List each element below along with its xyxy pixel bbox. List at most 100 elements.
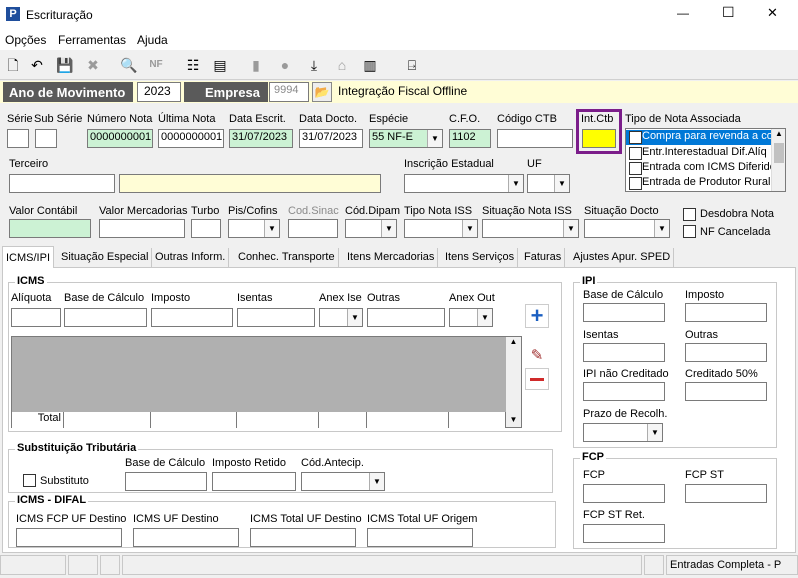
chevron-down-icon[interactable]: ▼ (647, 424, 662, 441)
tab-ajustes-apur-sped[interactable]: Ajustes Apur. SPED (570, 248, 675, 268)
anex-out-select[interactable]: ▼ (449, 308, 493, 327)
especie-select[interactable]: 55 NF-E ▼ (369, 129, 443, 148)
st-base-calculo-field[interactable] (125, 472, 207, 491)
tab-icms-ipi[interactable]: ICMS/IPI (2, 246, 55, 268)
columns-icon[interactable]: ▥ (360, 56, 380, 74)
download-icon[interactable]: ⤓ (304, 56, 324, 74)
chevron-down-icon[interactable]: ▼ (381, 220, 396, 237)
tab-itens-servicos[interactable]: Itens Serviços (442, 248, 519, 268)
data-docto-field[interactable]: 31/07/2023 (299, 129, 363, 148)
ipi-base-calculo-field[interactable] (583, 303, 665, 322)
list-item-checkbox[interactable] (629, 147, 642, 160)
icms-base-calculo-field[interactable] (64, 308, 147, 327)
situacao-nota-iss-select[interactable]: ▼ (482, 219, 579, 238)
nfe-icon[interactable]: NF (146, 56, 166, 74)
chevron-down-icon[interactable]: ▼ (462, 220, 477, 237)
total-uf-destino-field[interactable] (250, 528, 356, 547)
save-icon[interactable]: 💾 (55, 56, 75, 74)
new-document-icon[interactable]: 🗋 (3, 56, 23, 74)
list-item[interactable]: Entrada de Produtor Rural (626, 176, 772, 191)
ultima-nota-field[interactable]: 0000000001 (158, 129, 224, 148)
house-icon[interactable]: ⌂ (332, 56, 352, 74)
cod-sinac-field[interactable] (288, 219, 338, 238)
turbo-field[interactable] (191, 219, 221, 238)
list-item-checkbox[interactable] (629, 162, 642, 175)
numero-nota-field[interactable]: 0000000001 (87, 129, 153, 148)
icms-imposto-field[interactable] (151, 308, 233, 327)
chevron-down-icon[interactable]: ▼ (369, 473, 384, 490)
fcp-uf-destino-field[interactable] (16, 528, 122, 547)
tab-outras-inform[interactable]: Outras Inform. (152, 248, 230, 268)
creditado-50-field[interactable] (685, 382, 767, 401)
list-scrollbar[interactable]: ▲ (771, 129, 785, 191)
ipi-outras-field[interactable] (685, 343, 767, 362)
chevron-down-icon[interactable]: ▼ (654, 220, 669, 237)
nf-cancelada-checkbox[interactable] (683, 225, 696, 238)
aliquota-field[interactable] (11, 308, 61, 327)
list-item-checkbox[interactable] (629, 177, 642, 190)
int-ctb-field[interactable] (582, 129, 616, 148)
ipi-isentas-field[interactable] (583, 343, 665, 362)
list-item-checkbox[interactable] (629, 131, 642, 144)
situacao-docto-select[interactable]: ▼ (584, 219, 670, 238)
total-uf-origem-field[interactable] (367, 528, 473, 547)
chevron-down-icon[interactable]: ▼ (554, 175, 569, 192)
apple-icon[interactable]: ● (275, 56, 295, 74)
chevron-down-icon[interactable]: ▼ (563, 220, 578, 237)
tab-itens-mercadorias[interactable]: Itens Mercadorias (344, 248, 439, 268)
menu-ajuda[interactable]: Ajuda (137, 33, 168, 47)
desdobra-nota-checkbox[interactable] (683, 208, 696, 221)
codigo-ctb-field[interactable] (497, 129, 573, 148)
uf-destino-field[interactable] (133, 528, 239, 547)
chevron-down-icon[interactable]: ▼ (427, 130, 442, 147)
cod-antecip-select[interactable]: ▼ (301, 472, 385, 491)
menu-ferramentas[interactable]: Ferramentas (58, 33, 126, 47)
chevron-down-icon[interactable]: ▼ (477, 309, 492, 326)
fcp-st-field[interactable] (685, 484, 767, 503)
close-button[interactable]: ✕ (767, 5, 778, 21)
undo-icon[interactable]: ↶ (27, 56, 47, 74)
anex-ise-select[interactable]: ▼ (319, 308, 363, 327)
tab-conhec-transporte[interactable]: Conhec. Transporte (235, 248, 339, 268)
cfo-field[interactable]: 1102 (449, 129, 491, 148)
maximize-button[interactable]: ☐ (722, 4, 735, 21)
ipi-nao-creditado-field[interactable] (583, 382, 665, 401)
year-field[interactable]: 2023 (137, 82, 181, 102)
chevron-down-icon[interactable]: ▼ (264, 220, 279, 237)
tree-list-icon[interactable]: ☷ (183, 56, 203, 74)
ipi-imposto-field[interactable] (685, 303, 767, 322)
tab-faturas[interactable]: Faturas (521, 248, 566, 268)
data-escrit-field[interactable]: 31/07/2023 (229, 129, 293, 148)
fcp-field[interactable] (583, 484, 665, 503)
chevron-down-icon[interactable]: ▼ (347, 309, 362, 326)
icms-isentas-field[interactable] (237, 308, 315, 327)
chevron-down-icon[interactable]: ▼ (508, 175, 523, 192)
tipo-nota-iss-select[interactable]: ▼ (404, 219, 478, 238)
menu-opcoes[interactable]: Opções (5, 33, 46, 47)
valor-mercadorias-field[interactable] (99, 219, 185, 238)
tipo-nota-list[interactable]: Compra para revenda a co Entr.Interestad… (625, 128, 786, 192)
fcp-st-ret-field[interactable] (583, 524, 665, 543)
minimize-button[interactable]: — (677, 6, 689, 20)
pis-cofins-select[interactable]: ▼ (228, 219, 280, 238)
print-preview-icon[interactable]: 🔍 (119, 56, 139, 74)
prazo-recolh-select[interactable]: ▼ (583, 423, 663, 442)
company-code-field[interactable]: 9994 (269, 82, 309, 102)
substituto-checkbox[interactable] (23, 474, 36, 487)
remove-icon[interactable] (525, 368, 549, 390)
imposto-retido-field[interactable] (212, 472, 296, 491)
icms-grid-scrollbar[interactable]: ▲ ▼ (506, 337, 521, 427)
list-item[interactable]: Compra para revenda a co (626, 130, 772, 145)
serie-field[interactable] (7, 129, 29, 148)
uf-select[interactable]: ▼ (527, 174, 570, 193)
tab-situacao-especial[interactable]: Situação Especial (58, 248, 153, 268)
reports-icon[interactable]: ▤ (210, 56, 230, 74)
terceiro-code-field[interactable] (9, 174, 115, 193)
add-icon[interactable]: + (525, 304, 549, 328)
exit-door-icon[interactable]: ⍈ (402, 56, 422, 74)
icms-outras-field[interactable] (367, 308, 445, 327)
list-item[interactable]: Entrada com ICMS Diferido (626, 161, 772, 176)
subserie-field[interactable] (35, 129, 57, 148)
edit-pencil-icon[interactable]: ✎ (525, 346, 549, 364)
list-item[interactable]: Entr.Interestadual Dif.Alíq (626, 146, 772, 161)
